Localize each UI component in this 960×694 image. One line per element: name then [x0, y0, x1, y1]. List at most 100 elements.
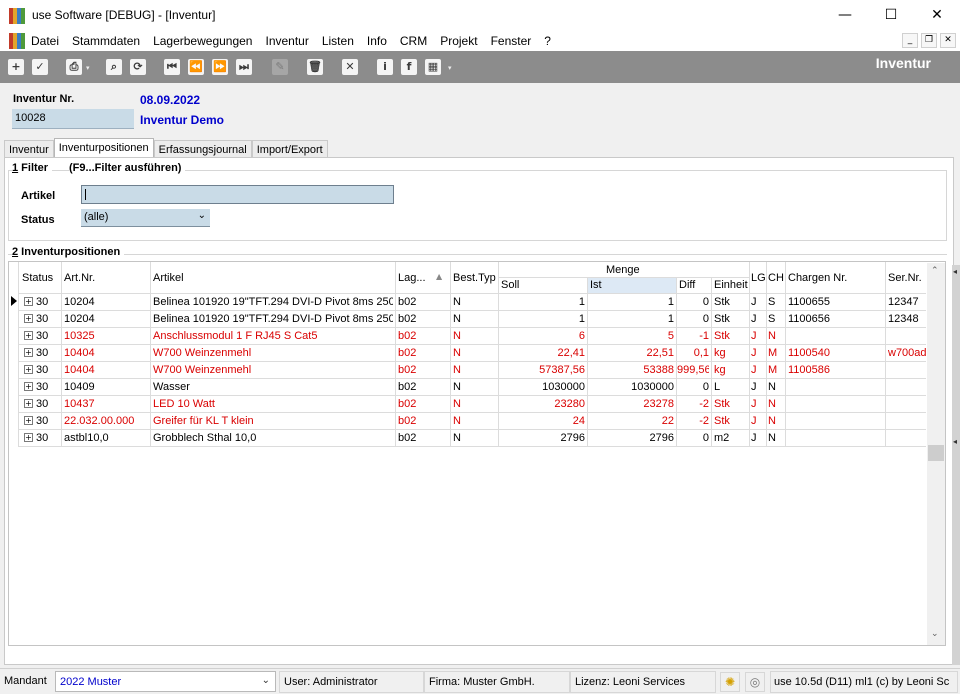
cell-ch[interactable]: N	[768, 430, 784, 446]
mandant-select[interactable]: 2022 Muster ⌄	[55, 671, 276, 692]
cell-artnr[interactable]: astbl10,0	[64, 430, 148, 446]
status-select[interactable]: (alle) ⌄	[81, 209, 210, 227]
close-icon[interactable]: ✕	[914, 0, 960, 31]
right-splitter[interactable]: ◂ ◂	[952, 265, 960, 665]
connection-icon[interactable]: ◎	[745, 672, 765, 692]
cell-ist[interactable]: 5	[588, 328, 674, 344]
expand-row-icon[interactable]: +	[24, 314, 33, 323]
cell-ist[interactable]: 1030000	[588, 379, 674, 395]
col-ist-header[interactable]: Ist	[590, 279, 602, 291]
artikel-input[interactable]	[81, 185, 394, 204]
cell-artnr[interactable]: 10437	[64, 396, 148, 412]
cell-ist[interactable]: 53388	[588, 362, 674, 378]
next-icon[interactable]: ⏩	[212, 59, 228, 75]
cell-soll[interactable]: 22,41	[499, 345, 585, 361]
info-icon[interactable]: i	[377, 59, 393, 75]
scroll-up-icon[interactable]: ⌃	[931, 266, 939, 276]
cell-ist[interactable]: 22,51	[588, 345, 674, 361]
col-artikel-header[interactable]: Artikel	[153, 272, 184, 284]
cell-status[interactable]: 30	[36, 396, 60, 412]
cell-ch[interactable]: N	[768, 379, 784, 395]
col-diff-header[interactable]: Diff	[679, 279, 695, 291]
cell-lager[interactable]: b02	[398, 328, 448, 344]
mdi-close-icon[interactable]: ✕	[940, 33, 956, 48]
col-besttyp-header[interactable]: Best.Typ	[453, 272, 496, 284]
print-icon[interactable]: ⎙	[66, 59, 82, 75]
positions-grid[interactable]: Status Art.Nr. Artikel Lag... ▲ Best.Typ…	[8, 261, 946, 646]
cell-lg[interactable]: J	[751, 328, 765, 344]
cell-einheit[interactable]: kg	[714, 362, 748, 378]
cell-sernr[interactable]	[888, 362, 928, 378]
cell-diff[interactable]: 999,56	[677, 362, 709, 378]
trash-icon[interactable]: 🗑	[307, 59, 323, 75]
cell-soll[interactable]: 24	[499, 413, 585, 429]
cell-chargen[interactable]: 1100586	[788, 362, 884, 378]
cell-ist[interactable]: 2796	[588, 430, 674, 446]
mdi-restore-icon[interactable]: ❐	[921, 33, 937, 48]
cell-einheit[interactable]: kg	[714, 345, 748, 361]
cell-lager[interactable]: b02	[398, 294, 448, 310]
menu-item-listen[interactable]: Listen	[322, 34, 354, 48]
cell-artnr[interactable]: 22.032.00.000	[64, 413, 148, 429]
refresh-icon[interactable]: ⟳	[130, 59, 146, 75]
menu-item-crm[interactable]: CRM	[400, 34, 427, 48]
maximize-icon[interactable]: ☐	[868, 0, 914, 31]
cell-lager[interactable]: b02	[398, 362, 448, 378]
cell-ist[interactable]: 23278	[588, 396, 674, 412]
cell-artikel[interactable]: W700 Weinzenmehl	[153, 345, 393, 361]
cell-chargen[interactable]: 1100540	[788, 345, 884, 361]
cell-artikel[interactable]: Belinea 101920 19"TFT.294 DVI-D Pivot 8m…	[153, 294, 393, 310]
col-lg-header[interactable]: LG	[751, 272, 766, 284]
menu-item-info[interactable]: Info	[367, 34, 387, 48]
cell-ist[interactable]: 22	[588, 413, 674, 429]
cell-sernr[interactable]	[888, 379, 928, 395]
search-icon[interactable]: ⌕	[106, 59, 122, 75]
cell-artikel[interactable]: W700 Weinzenmehl	[153, 362, 393, 378]
cell-soll[interactable]: 1	[499, 294, 585, 310]
cell-diff[interactable]: -1	[677, 328, 709, 344]
cell-ch[interactable]: S	[768, 311, 784, 327]
cell-einheit[interactable]: Stk	[714, 413, 748, 429]
col-chargen-header[interactable]: Chargen Nr.	[788, 272, 847, 284]
cell-artnr[interactable]: 10404	[64, 345, 148, 361]
cell-lg[interactable]: J	[751, 430, 765, 446]
expand-row-icon[interactable]: +	[24, 416, 33, 425]
cell-ch[interactable]: N	[768, 413, 784, 429]
cell-diff[interactable]: 0	[677, 311, 709, 327]
cell-besttyp[interactable]: N	[453, 430, 497, 446]
cell-sernr[interactable]	[888, 413, 928, 429]
cell-chargen[interactable]: 1100655	[788, 294, 884, 310]
cell-soll[interactable]: 23280	[499, 396, 585, 412]
cell-einheit[interactable]: Stk	[714, 311, 748, 327]
cell-ch[interactable]: N	[768, 328, 784, 344]
cell-lager[interactable]: b02	[398, 430, 448, 446]
cell-diff[interactable]: 0	[677, 430, 709, 446]
col-status-header[interactable]: Status	[22, 272, 53, 284]
cell-ch[interactable]: M	[768, 345, 784, 361]
expand-row-icon[interactable]: +	[24, 331, 33, 340]
cancel-icon[interactable]: ✕	[342, 59, 358, 75]
facebook-icon[interactable]: f	[401, 59, 417, 75]
cell-status[interactable]: 30	[36, 294, 60, 310]
cell-chargen[interactable]	[788, 379, 884, 395]
tab-inventurpositionen[interactable]: Inventurpositionen	[53, 138, 154, 159]
cell-artikel[interactable]: Anschlussmodul 1 F RJ45 S Cat5	[153, 328, 393, 344]
cell-status[interactable]: 30	[36, 311, 60, 327]
cell-diff[interactable]: 0	[677, 294, 709, 310]
cell-sernr[interactable]	[888, 328, 928, 344]
cell-soll[interactable]: 57387,56	[499, 362, 585, 378]
cell-sernr[interactable]: 12347	[888, 294, 928, 310]
cell-besttyp[interactable]: N	[453, 396, 497, 412]
cell-soll[interactable]: 1	[499, 311, 585, 327]
cell-soll[interactable]: 2796	[499, 430, 585, 446]
cell-besttyp[interactable]: N	[453, 362, 497, 378]
check-icon[interactable]: ✓	[32, 59, 48, 75]
inventur-nr-field[interactable]: 10028	[12, 109, 134, 129]
first-icon[interactable]: ⏮	[164, 59, 180, 75]
last-icon[interactable]: ⏭	[236, 59, 252, 75]
cell-besttyp[interactable]: N	[453, 345, 497, 361]
menu-item-help[interactable]: ?	[544, 34, 551, 48]
cell-besttyp[interactable]: N	[453, 379, 497, 395]
cell-soll[interactable]: 1030000	[499, 379, 585, 395]
cell-ch[interactable]: N	[768, 396, 784, 412]
